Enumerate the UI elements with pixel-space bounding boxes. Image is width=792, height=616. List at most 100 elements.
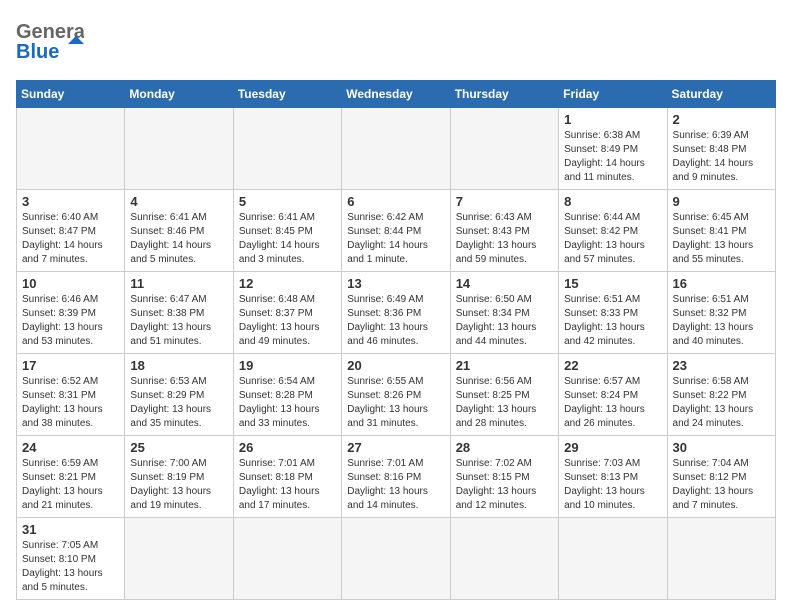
day-number: 14 — [456, 276, 553, 291]
calendar-cell: 6 Sunrise: 6:42 AMSunset: 8:44 PMDaylight… — [342, 190, 450, 272]
day-info: Sunrise: 6:54 AMSunset: 8:28 PMDaylight:… — [239, 375, 336, 431]
day-info: Sunrise: 6:45 AMSunset: 8:41 PMDaylight:… — [673, 211, 770, 267]
day-info: Sunrise: 6:44 AMSunset: 8:42 PMDaylight:… — [564, 211, 661, 267]
calendar-cell: 26Sunrise: 7:01 AMSunset: 8:18 PMDayligh… — [233, 436, 341, 518]
day-info: Sunrise: 6:53 AMSunset: 8:29 PMDaylight:… — [130, 375, 227, 431]
calendar-cell: 20Sunrise: 6:55 AMSunset: 8:26 PMDayligh… — [342, 354, 450, 436]
calendar-cell — [233, 108, 341, 190]
day-number: 25 — [130, 440, 227, 455]
day-number: 29 — [564, 440, 661, 455]
calendar-week-1: 1Sunrise: 6:38 AMSunset: 8:49 PMDaylight… — [17, 108, 776, 190]
day-number: 21 — [456, 358, 553, 373]
day-number: 6 — [347, 194, 444, 209]
calendar-cell: 25 Sunrise: 7:00 AMSunset: 8:19 PMDayligh… — [125, 436, 233, 518]
day-info: Sunrise: 7:01 AMSunset: 8:18 PMDaylight:… — [239, 457, 336, 513]
day-info: Sunrise: 6:47 AMSunset: 8:38 PMDaylight:… — [130, 293, 227, 349]
day-info: Sunrise: 6:46 AMSunset: 8:39 PMDaylight:… — [22, 293, 119, 349]
calendar-cell — [233, 518, 341, 600]
calendar-cell: 24Sunrise: 6:59 AMSunset: 8:21 PMDayligh… — [17, 436, 125, 518]
day-number: 17 — [22, 358, 119, 373]
calendar-cell — [125, 108, 233, 190]
calendar-cell — [450, 108, 558, 190]
day-number: 5 — [239, 194, 336, 209]
calendar-cell: 29Sunrise: 7:03 AMSunset: 8:13 PMDayligh… — [559, 436, 667, 518]
day-number: 9 — [673, 194, 770, 209]
day-number: 12 — [239, 276, 336, 291]
calendar-cell: 1Sunrise: 6:38 AMSunset: 8:49 PMDaylight… — [559, 108, 667, 190]
day-info: Sunrise: 7:04 AMSunset: 8:12 PMDaylight:… — [673, 457, 770, 513]
calendar-cell: 31 Sunrise: 7:05 AMSunset: 8:10 PMDayligh… — [17, 518, 125, 600]
calendar-table: SundayMondayTuesdayWednesdayThursdayFrid… — [16, 80, 776, 600]
calendar-cell — [450, 518, 558, 600]
calendar-cell: 21 Sunrise: 6:56 AMSunset: 8:25 PMDayligh… — [450, 354, 558, 436]
logo-icon: General Blue — [16, 16, 84, 68]
day-number: 20 — [347, 358, 444, 373]
calendar-cell: 7 Sunrise: 6:43 AMSunset: 8:43 PMDaylight… — [450, 190, 558, 272]
day-number: 30 — [673, 440, 770, 455]
day-info: Sunrise: 6:58 AMSunset: 8:22 PMDaylight:… — [673, 375, 770, 431]
day-info: Sunrise: 7:00 AMSunset: 8:19 PMDaylight:… — [130, 457, 227, 513]
day-info: Sunrise: 6:51 AMSunset: 8:33 PMDaylight:… — [564, 293, 661, 349]
day-info: Sunrise: 7:05 AMSunset: 8:10 PMDaylight:… — [22, 539, 119, 595]
day-info: Sunrise: 7:02 AMSunset: 8:15 PMDaylight:… — [456, 457, 553, 513]
svg-text:Blue: Blue — [16, 41, 59, 63]
calendar-cell: 3Sunrise: 6:40 AMSunset: 8:47 PMDaylight… — [17, 190, 125, 272]
calendar-cell: 15 Sunrise: 6:51 AMSunset: 8:33 PMDayligh… — [559, 272, 667, 354]
day-number: 7 — [456, 194, 553, 209]
day-number: 28 — [456, 440, 553, 455]
calendar-cell — [342, 108, 450, 190]
day-info: Sunrise: 6:42 AMSunset: 8:44 PMDaylight:… — [347, 211, 444, 267]
day-info: Sunrise: 6:49 AMSunset: 8:36 PMDaylight:… — [347, 293, 444, 349]
calendar-cell: 12 Sunrise: 6:48 AMSunset: 8:37 PMDayligh… — [233, 272, 341, 354]
day-number: 4 — [130, 194, 227, 209]
calendar-cell: 30 Sunrise: 7:04 AMSunset: 8:12 PMDayligh… — [667, 436, 775, 518]
calendar-cell: 2 Sunrise: 6:39 AMSunset: 8:48 PMDaylight… — [667, 108, 775, 190]
calendar-cell: 22Sunrise: 6:57 AMSunset: 8:24 PMDayligh… — [559, 354, 667, 436]
calendar-cell: 10 Sunrise: 6:46 AMSunset: 8:39 PMDayligh… — [17, 272, 125, 354]
day-number: 10 — [22, 276, 119, 291]
calendar-cell: 19 Sunrise: 6:54 AMSunset: 8:28 PMDayligh… — [233, 354, 341, 436]
calendar-cell: 27Sunrise: 7:01 AMSunset: 8:16 PMDayligh… — [342, 436, 450, 518]
day-info: Sunrise: 6:52 AMSunset: 8:31 PMDaylight:… — [22, 375, 119, 431]
day-number: 2 — [673, 112, 770, 127]
calendar-cell — [667, 518, 775, 600]
calendar-cell: 13Sunrise: 6:49 AMSunset: 8:36 PMDayligh… — [342, 272, 450, 354]
day-info: Sunrise: 6:39 AMSunset: 8:48 PMDaylight:… — [673, 129, 770, 185]
day-number: 8 — [564, 194, 661, 209]
calendar-header-wednesday: Wednesday — [342, 81, 450, 108]
calendar-week-5: 24Sunrise: 6:59 AMSunset: 8:21 PMDayligh… — [17, 436, 776, 518]
calendar-cell: 11 Sunrise: 6:47 AMSunset: 8:38 PMDayligh… — [125, 272, 233, 354]
day-number: 1 — [564, 112, 661, 127]
calendar-week-2: 3Sunrise: 6:40 AMSunset: 8:47 PMDaylight… — [17, 190, 776, 272]
day-number: 16 — [673, 276, 770, 291]
calendar-cell — [342, 518, 450, 600]
day-number: 18 — [130, 358, 227, 373]
day-info: Sunrise: 6:41 AMSunset: 8:46 PMDaylight:… — [130, 211, 227, 267]
day-info: Sunrise: 6:57 AMSunset: 8:24 PMDaylight:… — [564, 375, 661, 431]
calendar-cell: 14 Sunrise: 6:50 AMSunset: 8:34 PMDayligh… — [450, 272, 558, 354]
calendar-header-monday: Monday — [125, 81, 233, 108]
calendar-cell: 4 Sunrise: 6:41 AMSunset: 8:46 PMDaylight… — [125, 190, 233, 272]
logo: General Blue — [16, 16, 86, 68]
calendar-cell — [125, 518, 233, 600]
calendar-cell: 5 Sunrise: 6:41 AMSunset: 8:45 PMDaylight… — [233, 190, 341, 272]
calendar-header-row: SundayMondayTuesdayWednesdayThursdayFrid… — [17, 81, 776, 108]
calendar-cell: 28 Sunrise: 7:02 AMSunset: 8:15 PMDayligh… — [450, 436, 558, 518]
day-info: Sunrise: 6:48 AMSunset: 8:37 PMDaylight:… — [239, 293, 336, 349]
calendar-header-saturday: Saturday — [667, 81, 775, 108]
day-number: 3 — [22, 194, 119, 209]
calendar-week-6: 31 Sunrise: 7:05 AMSunset: 8:10 PMDayligh… — [17, 518, 776, 600]
day-number: 27 — [347, 440, 444, 455]
calendar-cell — [17, 108, 125, 190]
calendar-cell: 17 Sunrise: 6:52 AMSunset: 8:31 PMDayligh… — [17, 354, 125, 436]
day-number: 15 — [564, 276, 661, 291]
day-info: Sunrise: 6:50 AMSunset: 8:34 PMDaylight:… — [456, 293, 553, 349]
page-header: General Blue — [16, 16, 776, 68]
day-number: 31 — [22, 522, 119, 537]
day-number: 19 — [239, 358, 336, 373]
calendar-week-3: 10 Sunrise: 6:46 AMSunset: 8:39 PMDayligh… — [17, 272, 776, 354]
day-info: Sunrise: 6:41 AMSunset: 8:45 PMDaylight:… — [239, 211, 336, 267]
day-number: 11 — [130, 276, 227, 291]
day-info: Sunrise: 6:43 AMSunset: 8:43 PMDaylight:… — [456, 211, 553, 267]
day-info: Sunrise: 6:56 AMSunset: 8:25 PMDaylight:… — [456, 375, 553, 431]
